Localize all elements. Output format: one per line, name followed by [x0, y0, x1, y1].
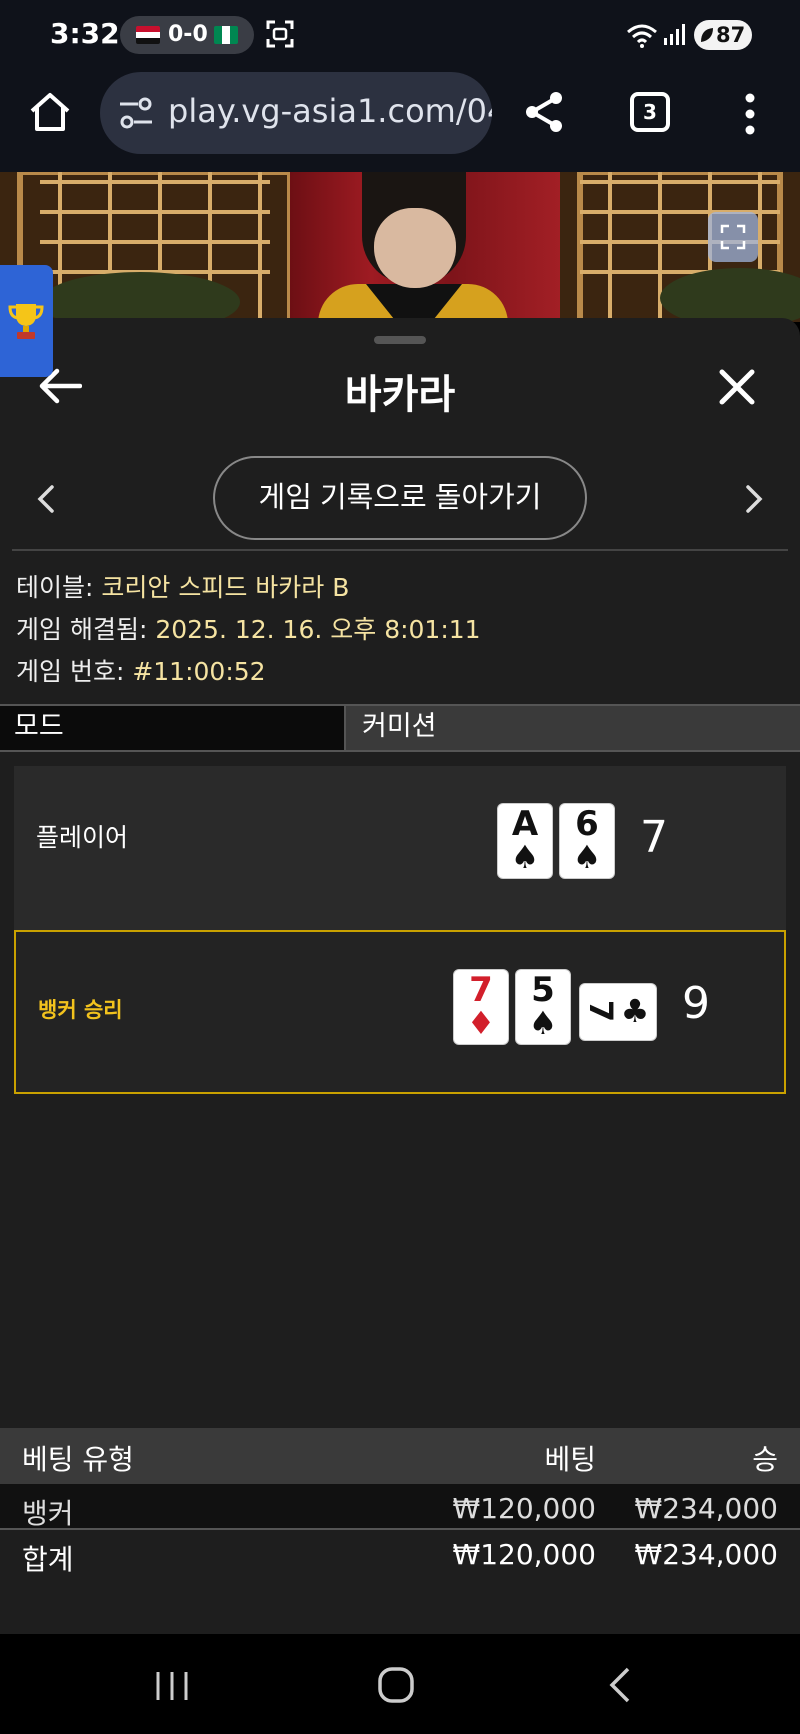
mode-value: 커미션	[362, 711, 437, 742]
home-nav-icon[interactable]	[378, 1666, 414, 1704]
row-win-amount: ₩234,000	[634, 1492, 778, 1525]
wifi-icon	[627, 24, 657, 48]
share-icon[interactable]	[522, 90, 566, 134]
bet-table-header: 베팅 유형 베팅 승	[0, 1428, 800, 1484]
browser-toolbar: play.vg-asia1.com/04 3	[0, 72, 800, 172]
round-label: 게임 번호:	[16, 657, 125, 686]
clock: 3:32	[50, 17, 120, 50]
banker-hand: 뱅커 승리 7 ♦ 5 ♠ 7 ♣ 9	[14, 930, 786, 1094]
signal-icon	[664, 24, 685, 45]
system-nav-bar	[0, 1634, 800, 1734]
card-suit: ♦	[466, 1004, 496, 1042]
banker-total: 9	[682, 978, 710, 1029]
game-detail-panel: 바카라 게임 기록으로 돌아가기 테이블: 코리안 스피드 바카라 B 게임 해…	[0, 318, 800, 1634]
egypt-flag-icon	[136, 26, 160, 44]
round-value: #11:00:52	[132, 657, 266, 686]
battery-indicator: 87	[694, 20, 752, 50]
home-icon[interactable]	[28, 90, 72, 134]
resolved-label: 게임 해결됨:	[16, 615, 148, 644]
drag-handle[interactable]	[374, 336, 426, 344]
live-score: 0-0	[168, 22, 208, 47]
tabs-icon[interactable]: 3	[630, 92, 670, 132]
fullscreen-icon[interactable]	[708, 212, 758, 262]
banker-card-2: 5 ♠	[516, 970, 570, 1044]
recents-icon[interactable]	[154, 1670, 190, 1702]
chevron-left-icon[interactable]	[34, 484, 56, 514]
banker-card-1: 7 ♦	[454, 970, 508, 1044]
banker-win-label: 뱅커 승리	[38, 998, 123, 1022]
player-card-2: 6 ♠	[560, 804, 614, 878]
mode-label: 모드	[0, 706, 346, 750]
player-card-1: A ♠	[498, 804, 552, 878]
player-hand: 플레이어 A ♠ 6 ♠ 7	[14, 766, 786, 930]
card-suit: ♠	[572, 838, 602, 876]
total-bet-amount: ₩120,000	[452, 1538, 596, 1571]
battery-level: 87	[716, 23, 746, 47]
nigeria-flag-icon	[214, 26, 238, 44]
trophy-tab[interactable]	[0, 265, 53, 377]
card-suit: ♠	[528, 1004, 558, 1042]
round-info: 게임 번호: #11:00:52	[16, 652, 266, 688]
live-score-pill[interactable]: 0-0	[120, 16, 254, 54]
card-suit: ♠	[510, 838, 540, 876]
total-row: 합계 ₩120,000 ₩234,000	[0, 1530, 800, 1576]
more-icon[interactable]	[736, 90, 764, 138]
row-bet-amount: ₩120,000	[452, 1492, 596, 1525]
table-value: 코리안 스피드 바카라 B	[101, 573, 350, 602]
header-bet-type: 베팅 유형	[22, 1443, 134, 1476]
site-settings-icon[interactable]	[118, 96, 154, 130]
table-label: 테이블:	[16, 573, 94, 602]
mode-row: 모드 커미션	[0, 704, 800, 752]
player-label: 플레이어	[36, 823, 129, 852]
card-rank: 7	[582, 999, 620, 1023]
url-text: play.vg-asia1.com/04	[168, 92, 492, 130]
resolved-value: 2025. 12. 16. 오후 8:01:11	[155, 615, 481, 644]
total-label: 합계	[22, 1543, 74, 1576]
chevron-right-icon[interactable]	[744, 484, 766, 514]
banker-card-3: 7 ♣	[580, 984, 656, 1040]
dealer-face	[374, 208, 456, 288]
header-win: 승	[752, 1443, 778, 1476]
address-bar[interactable]: play.vg-asia1.com/04	[100, 72, 492, 154]
back-nav-icon[interactable]	[608, 1666, 632, 1704]
trophy-icon	[8, 304, 44, 339]
player-total: 7	[640, 812, 668, 863]
close-icon[interactable]	[718, 368, 756, 406]
battery-saver-icon	[701, 28, 713, 42]
divider	[12, 549, 788, 551]
live-dealer-video	[0, 172, 800, 322]
card-suit: ♣	[620, 992, 650, 1030]
back-to-history-button[interactable]: 게임 기록으로 돌아가기	[213, 456, 587, 540]
screenshot-icon	[266, 20, 294, 48]
header-bet: 베팅	[544, 1443, 596, 1476]
total-win-amount: ₩234,000	[634, 1538, 778, 1571]
resolved-info: 게임 해결됨: 2025. 12. 16. 오후 8:01:11	[16, 610, 481, 646]
status-bar: 3:32 0-0 87	[0, 0, 800, 72]
panel-title: 바카라	[344, 372, 456, 418]
table-info: 테이블: 코리안 스피드 바카라 B	[16, 568, 349, 604]
table-row: 뱅커 ₩120,000 ₩234,000	[0, 1484, 800, 1530]
row-bet-type: 뱅커	[22, 1497, 74, 1530]
